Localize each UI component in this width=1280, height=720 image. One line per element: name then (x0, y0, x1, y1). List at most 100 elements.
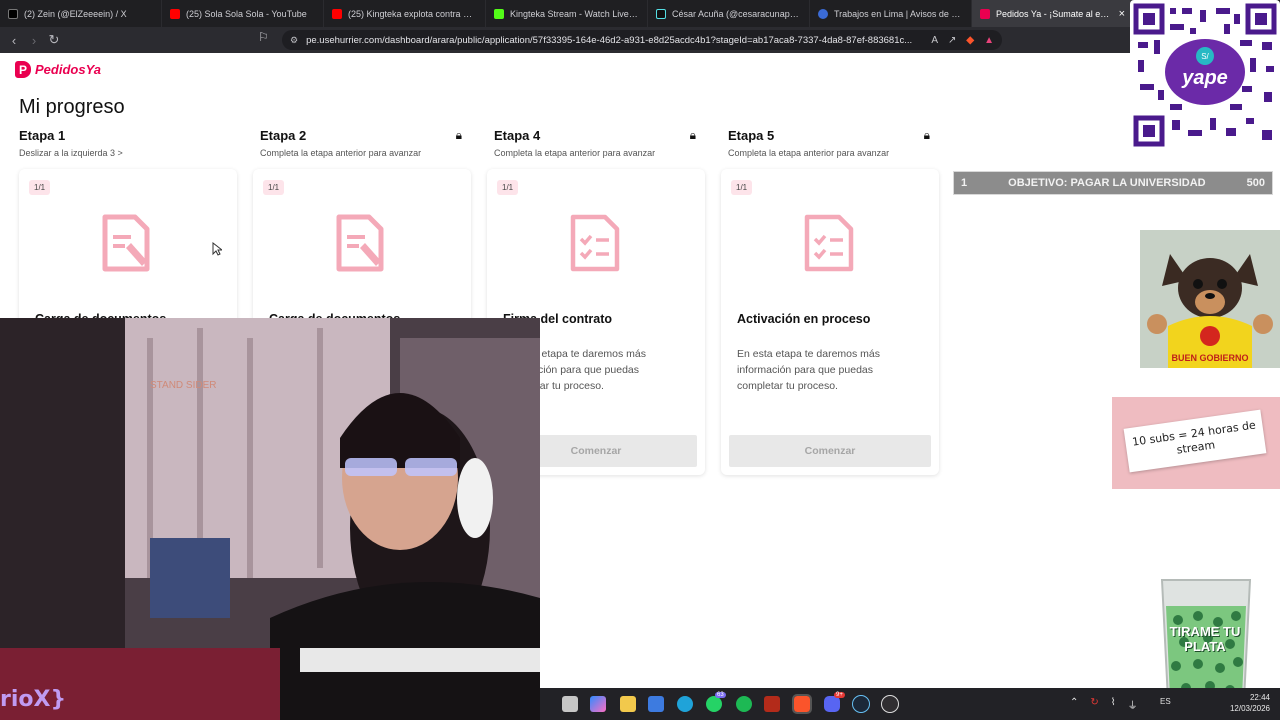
dog-sticker: BUEN GOBIERNO (1140, 230, 1280, 368)
close-tab-icon[interactable]: × (1119, 8, 1125, 20)
copilot-icon[interactable] (590, 696, 606, 712)
yape-qr-code: S/ yape (1130, 0, 1280, 150)
stage-name: Etapa 5 (728, 128, 775, 143)
stage-hint: Completa la etapa anterior para avanzar (494, 148, 656, 158)
url-text[interactable]: pe.usehurrier.com/dashboard/arara/public… (306, 35, 923, 46)
microphone-icon[interactable]: ⏚ (1128, 697, 1138, 712)
goal-start-value: 1 (961, 177, 968, 189)
lock-icon: 🔒︎ (923, 128, 930, 142)
streamer-webcam-feed: STAND SIDER (0, 318, 540, 720)
job-board-icon (818, 8, 828, 19)
browser-tab[interactable]: Trabajos en Lima | Avisos de empleo (810, 0, 972, 27)
tab-label: (2) Zein (@ElZeeeein) / X (24, 8, 127, 19)
dog-shirt-text: BUEN GOBIERNO (1171, 353, 1248, 363)
dog-thumbs-up-image: BUEN GOBIERNO (1140, 230, 1280, 368)
stage-header-5: Etapa 5 🔒︎ Completa la etapa anterior par… (728, 128, 930, 158)
stage-name: Etapa 2 (260, 128, 307, 143)
stage-hint: Completa la etapa anterior para avanzar (260, 148, 422, 158)
qr-brand-text: yape (1181, 67, 1228, 89)
back-icon[interactable]: ‹ (4, 30, 24, 50)
network-icon[interactable]: ⌇ (1111, 697, 1116, 712)
kick-icon (494, 8, 504, 19)
discord-icon[interactable] (824, 696, 840, 712)
subs-note: 10 subs = 24 horas de stream (1123, 409, 1267, 473)
steam-icon[interactable] (852, 695, 870, 713)
spotify-icon[interactable] (736, 696, 752, 712)
browser-tab-strip: (2) Zein (@ElZeeeein) / X (25) Sola Sola… (0, 0, 1280, 27)
browser-tab[interactable]: Kingteka Stream - Watch Live on Kick (486, 0, 648, 27)
tab-label: Trabajos en Lima | Avisos de empleo (834, 8, 963, 19)
stage-name: Etapa 4 (494, 128, 541, 143)
stage-hint: Completa la etapa anterior para avanzar (728, 148, 890, 158)
clock-date: 12/03/2026 (1229, 704, 1270, 713)
edge-icon[interactable] (677, 696, 693, 712)
progress-badge: 1/1 (263, 180, 285, 195)
pedidosya-logo[interactable]: P PedidosYa (15, 61, 101, 78)
whatsapp-icon[interactable] (706, 696, 722, 712)
discord-badge: 9+ (834, 692, 845, 698)
browser-tab[interactable]: (25) Sola Sola Sola - YouTube (162, 0, 324, 27)
brave-shields-icon[interactable]: ◆ (966, 35, 974, 46)
task-view-icon[interactable] (562, 696, 578, 712)
lock-icon: 🔒︎ (455, 128, 462, 142)
cup-text: TIRAME TU PLATA (1169, 624, 1241, 654)
share-icon[interactable]: ↗ (948, 35, 956, 46)
bookmark-icon[interactable]: ⚐ (258, 30, 269, 44)
stage-header-4: Etapa 4 🔒︎ Completa la etapa anterior par… (494, 128, 696, 158)
checklist-document-icon (570, 214, 620, 272)
page-title: Mi progreso (19, 96, 125, 118)
brave-rewards-icon[interactable]: ▲ (984, 35, 994, 46)
stage-name: Etapa 1 (19, 128, 66, 143)
site-info-icon[interactable]: ⚙ (290, 35, 298, 46)
forward-icon[interactable]: › (24, 30, 44, 50)
browser-tab[interactable]: (25) Kingteka explota contra Glogloking (324, 0, 486, 27)
dota-icon[interactable] (764, 696, 780, 712)
youtube-icon (170, 8, 180, 19)
goal-text: OBJETIVO: PAGAR LA UNIVERSIDAD (1008, 177, 1206, 189)
windows-taskbar: 63 9+ ⌃ ↻ ⌇ ⏚ ES 22:44 12/03/2026 (540, 688, 1280, 720)
lock-icon: 🔒︎ (689, 128, 696, 142)
stage-header-2: Etapa 2 🔒︎ Completa la etapa anterior par… (260, 128, 462, 158)
card-title: Activación en proceso (737, 312, 871, 326)
stage-header-1: Etapa 1 Deslizar a la izquierda 3 > (19, 128, 237, 158)
pedidosya-logo-icon: P (15, 61, 31, 78)
tab-label: (25) Sola Sola Sola - YouTube (186, 8, 307, 19)
whatsapp-badge: 63 (715, 692, 726, 698)
store-icon[interactable] (648, 696, 664, 712)
brave-icon[interactable] (792, 694, 812, 714)
pedidosya-icon (980, 8, 990, 19)
tiktok-icon (656, 8, 666, 19)
card-description: En esta etapa te daremos más información… (737, 348, 880, 392)
progress-badge: 1/1 (497, 180, 519, 195)
browser-tab-active[interactable]: Pedidos Ya - ¡Sumate al equipo! × (972, 0, 1134, 27)
chevron-up-icon[interactable]: ⌃ (1070, 697, 1078, 712)
goal-end-value: 500 (1246, 177, 1265, 189)
browser-tab[interactable]: César Acuña (@cesaracunap) | TikTok (648, 0, 810, 27)
address-bar[interactable]: ⚙ pe.usehurrier.com/dashboard/arara/publ… (282, 30, 1002, 50)
x-logo-icon (8, 8, 18, 19)
progress-badge: 1/1 (29, 180, 51, 195)
clock[interactable]: 22:44 12/03/2026 (1230, 692, 1270, 714)
reload-icon[interactable]: ↻ (44, 30, 64, 50)
language-indicator[interactable]: ES (1160, 697, 1171, 706)
tab-label: Kingteka Stream - Watch Live on Kick (510, 8, 639, 19)
checklist-document-icon (804, 214, 854, 272)
file-explorer-icon[interactable] (620, 696, 636, 712)
sync-icon[interactable]: ↻ (1090, 697, 1098, 712)
logo-text: PedidosYa (35, 62, 101, 77)
stage-hint[interactable]: Deslizar a la izquierda 3 > (19, 148, 237, 158)
streamer-handle: rioX} (0, 687, 67, 712)
stage-card-5[interactable]: 1/1 Activación en proceso En esta etapa … (721, 169, 939, 475)
subs-note-panel: 10 subs = 24 horas de stream (1112, 397, 1280, 489)
obs-icon[interactable] (881, 695, 899, 713)
translate-icon[interactable]: A (931, 35, 938, 46)
screen: (2) Zein (@ElZeeeein) / X (25) Sola Sola… (0, 0, 1280, 720)
tip-jar: TIRAME TU PLATA (1158, 576, 1254, 704)
start-button[interactable]: Comenzar (729, 435, 931, 467)
progress-badge: 1/1 (731, 180, 753, 195)
browser-tab[interactable]: (2) Zein (@ElZeeeein) / X (0, 0, 162, 27)
webcam-wall-sign: STAND SIDER (150, 380, 217, 391)
document-upload-icon (336, 214, 384, 272)
clock-time: 22:44 (1249, 693, 1270, 702)
browser-toolbar: ‹ › ↻ ⚐ ⚙ pe.usehurrier.com/dashboard/ar… (0, 27, 1280, 53)
